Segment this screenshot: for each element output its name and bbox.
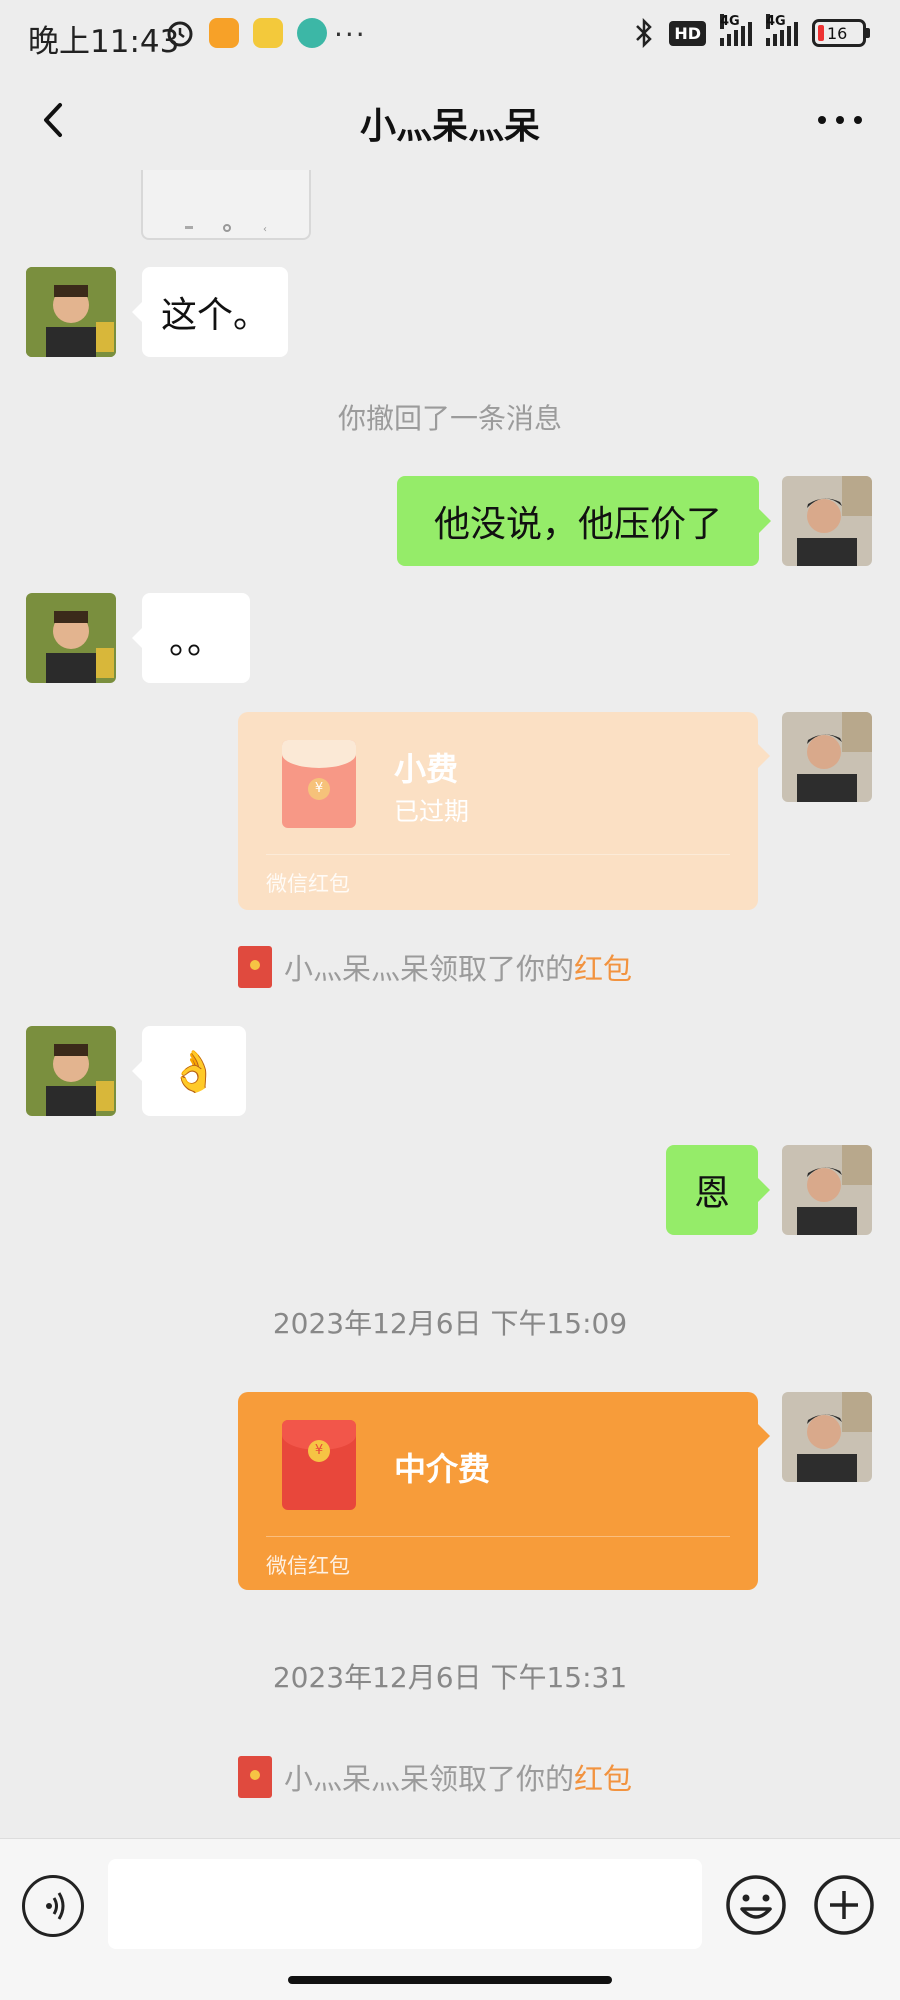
self-avatar[interactable] <box>782 1145 872 1235</box>
contact-avatar[interactable] <box>26 267 116 357</box>
red-packet-link[interactable]: 红包 <box>574 1756 632 1798</box>
red-packet-footer: 微信红包 <box>266 872 350 896</box>
app-notification-icon <box>209 18 239 48</box>
bluetooth-icon <box>636 18 653 48</box>
signal-icon: 4G <box>720 14 752 46</box>
notice-text: 小灬呆灬呆领取了你的 <box>284 1762 575 1796</box>
alarm-icon <box>167 21 193 47</box>
red-packet-title: 中介费 <box>394 1450 491 1488</box>
red-packet-icon: ¥ <box>282 1420 356 1510</box>
divider <box>266 854 730 855</box>
status-bar: 晚上11:43 ··· HD 4G 4G 16 <box>0 0 900 75</box>
hd-badge: HD <box>669 20 706 46</box>
timestamp: 2023年12月6日 下午15:09 <box>272 1307 628 1340</box>
self-avatar[interactable] <box>782 712 872 802</box>
red-packet-icon: ¥ <box>282 740 356 828</box>
status-right: HD 4G 4G 16 <box>633 14 870 48</box>
contact-avatar[interactable] <box>26 593 116 683</box>
contact-avatar[interactable] <box>26 1026 116 1116</box>
red-packet-title: 小费 <box>394 750 459 788</box>
red-packet-expired[interactable]: ¥ 小费 已过期 微信红包 <box>238 712 758 910</box>
message-input[interactable] <box>108 1859 702 1949</box>
home-indicator[interactable] <box>288 1976 612 1984</box>
divider <box>266 1536 730 1537</box>
red-packet-small-icon <box>238 1756 272 1798</box>
battery-icon: 16 <box>812 19 870 47</box>
red-packet-footer: 微信红包 <box>266 1554 350 1578</box>
more-notifications-icon: ··· <box>334 18 367 51</box>
image-message-partial[interactable]: ‹ <box>141 170 311 240</box>
back-icon[interactable] <box>30 95 80 145</box>
message-bubble[interactable]: 👌 <box>142 1026 246 1116</box>
app-notification-icon <box>297 18 327 48</box>
bubble-tail <box>758 1424 770 1448</box>
red-packet-notice: 小灬呆灬呆领取了你的 红包 <box>238 946 632 988</box>
message-bubble[interactable]: 这个。 <box>142 267 288 357</box>
red-packet-small-icon <box>238 946 272 988</box>
status-time: 晚上11:43 <box>28 24 180 60</box>
message-bubble-self[interactable]: 恩 <box>666 1145 758 1235</box>
bubble-tail <box>758 1178 770 1202</box>
message-bubble-self[interactable]: 他没说，他压价了 <box>397 476 759 566</box>
ok-hand-emoji: 👌 <box>169 1048 219 1095</box>
message-bubble[interactable]: 。。 <box>142 593 250 683</box>
emoji-icon[interactable] <box>724 1873 788 1937</box>
more-icon[interactable] <box>810 95 870 145</box>
bubble-tail <box>759 509 771 533</box>
red-packet[interactable]: ¥ 中介费 微信红包 <box>238 1392 758 1590</box>
red-packet-notice: 小灬呆灬呆领取了你的 红包 <box>238 1756 632 1798</box>
plus-icon[interactable] <box>812 1873 876 1937</box>
notice-text: 小灬呆灬呆领取了你的 <box>284 952 575 986</box>
timestamp: 2023年12月6日 下午15:31 <box>272 1661 628 1694</box>
bubble-tail <box>758 744 770 768</box>
status-app-icons <box>165 18 327 48</box>
red-packet-status: 已过期 <box>394 797 470 826</box>
recalled-notice: 你撤回了一条消息 <box>337 402 562 435</box>
chat-title: 小灬呆灬呆 <box>359 106 540 147</box>
self-avatar[interactable] <box>782 476 872 566</box>
app-notification-icon <box>253 18 283 48</box>
chat-header: 小灬呆灬呆 <box>0 75 900 170</box>
voice-icon[interactable] <box>22 1875 84 1937</box>
signal-icon: 4G <box>766 14 798 46</box>
self-avatar[interactable] <box>782 1392 872 1482</box>
red-packet-link[interactable]: 红包 <box>574 946 632 988</box>
